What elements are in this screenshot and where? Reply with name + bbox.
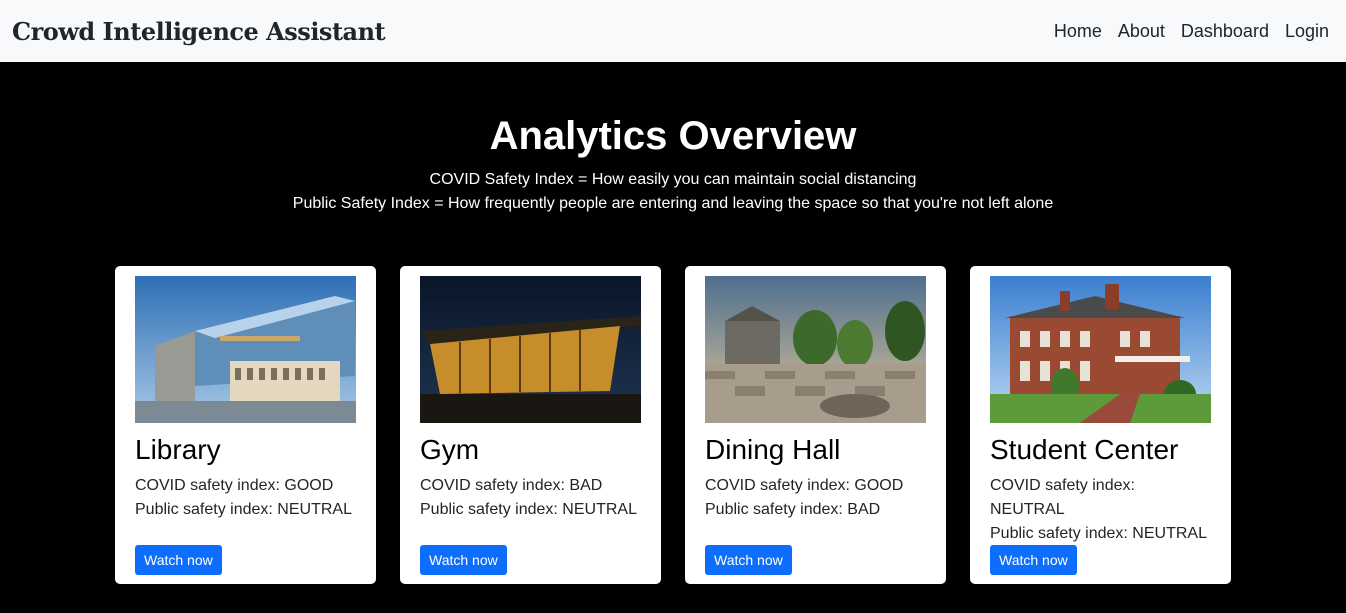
nav-link-home[interactable]: Home xyxy=(1054,21,1102,42)
watch-now-button[interactable]: Watch now xyxy=(135,545,222,575)
nav-link-dashboard[interactable]: Dashboard xyxy=(1181,21,1269,42)
covid-index-description: COVID Safety Index = How easily you can … xyxy=(429,171,917,188)
public-safety-index: Public safety index: NEUTRAL xyxy=(135,501,352,518)
card-title: Gym xyxy=(420,434,480,465)
card-title: Library xyxy=(135,434,221,465)
watch-now-button[interactable]: Watch now xyxy=(990,545,1077,575)
card-title: Student Center xyxy=(990,434,1179,465)
hero: Analytics Overview COVID Safety Index = … xyxy=(0,62,1346,216)
card-student-center: Student Center COVID safety index: NEUTR… xyxy=(970,266,1231,584)
card-title: Dining Hall xyxy=(705,434,841,465)
public-safety-index: Public safety index: NEUTRAL xyxy=(420,501,637,518)
dining-hall-image xyxy=(705,276,926,423)
public-safety-index: Public safety index: NEUTRAL xyxy=(990,525,1207,542)
watch-now-button[interactable]: Watch now xyxy=(420,545,507,575)
public-safety-index: Public safety index: BAD xyxy=(705,501,881,518)
library-image xyxy=(135,276,356,423)
page-title: Analytics Overview xyxy=(489,114,857,158)
watch-now-button[interactable]: Watch now xyxy=(705,545,792,575)
covid-safety-index: COVID safety index: BAD xyxy=(420,477,603,494)
card-dining-hall: Dining Hall COVID safety index: GOOD Pub… xyxy=(685,266,946,584)
card-gym: Gym COVID safety index: BAD Public safet… xyxy=(400,266,661,584)
public-index-description: Public Safety Index = How frequently peo… xyxy=(292,195,1054,212)
covid-safety-index: COVID safety index: GOOD xyxy=(705,477,904,494)
student-center-image xyxy=(990,276,1211,423)
covid-safety-index: COVID safety index: NEUTRAL xyxy=(990,477,1135,518)
card-library: Library COVID safety index: GOOD Public … xyxy=(115,266,376,584)
gym-image xyxy=(420,276,641,423)
navbar: Crowd Intelligence Assistant Home About … xyxy=(0,0,1346,62)
brand-title[interactable]: Crowd Intelligence Assistant xyxy=(12,17,386,46)
nav-link-about[interactable]: About xyxy=(1118,21,1165,42)
covid-safety-index: COVID safety index: GOOD xyxy=(135,477,334,494)
nav-link-login[interactable]: Login xyxy=(1285,21,1329,42)
card-list: Library COVID safety index: GOOD Public … xyxy=(0,266,1346,584)
nav-links: Home About Dashboard Login xyxy=(1054,21,1329,42)
